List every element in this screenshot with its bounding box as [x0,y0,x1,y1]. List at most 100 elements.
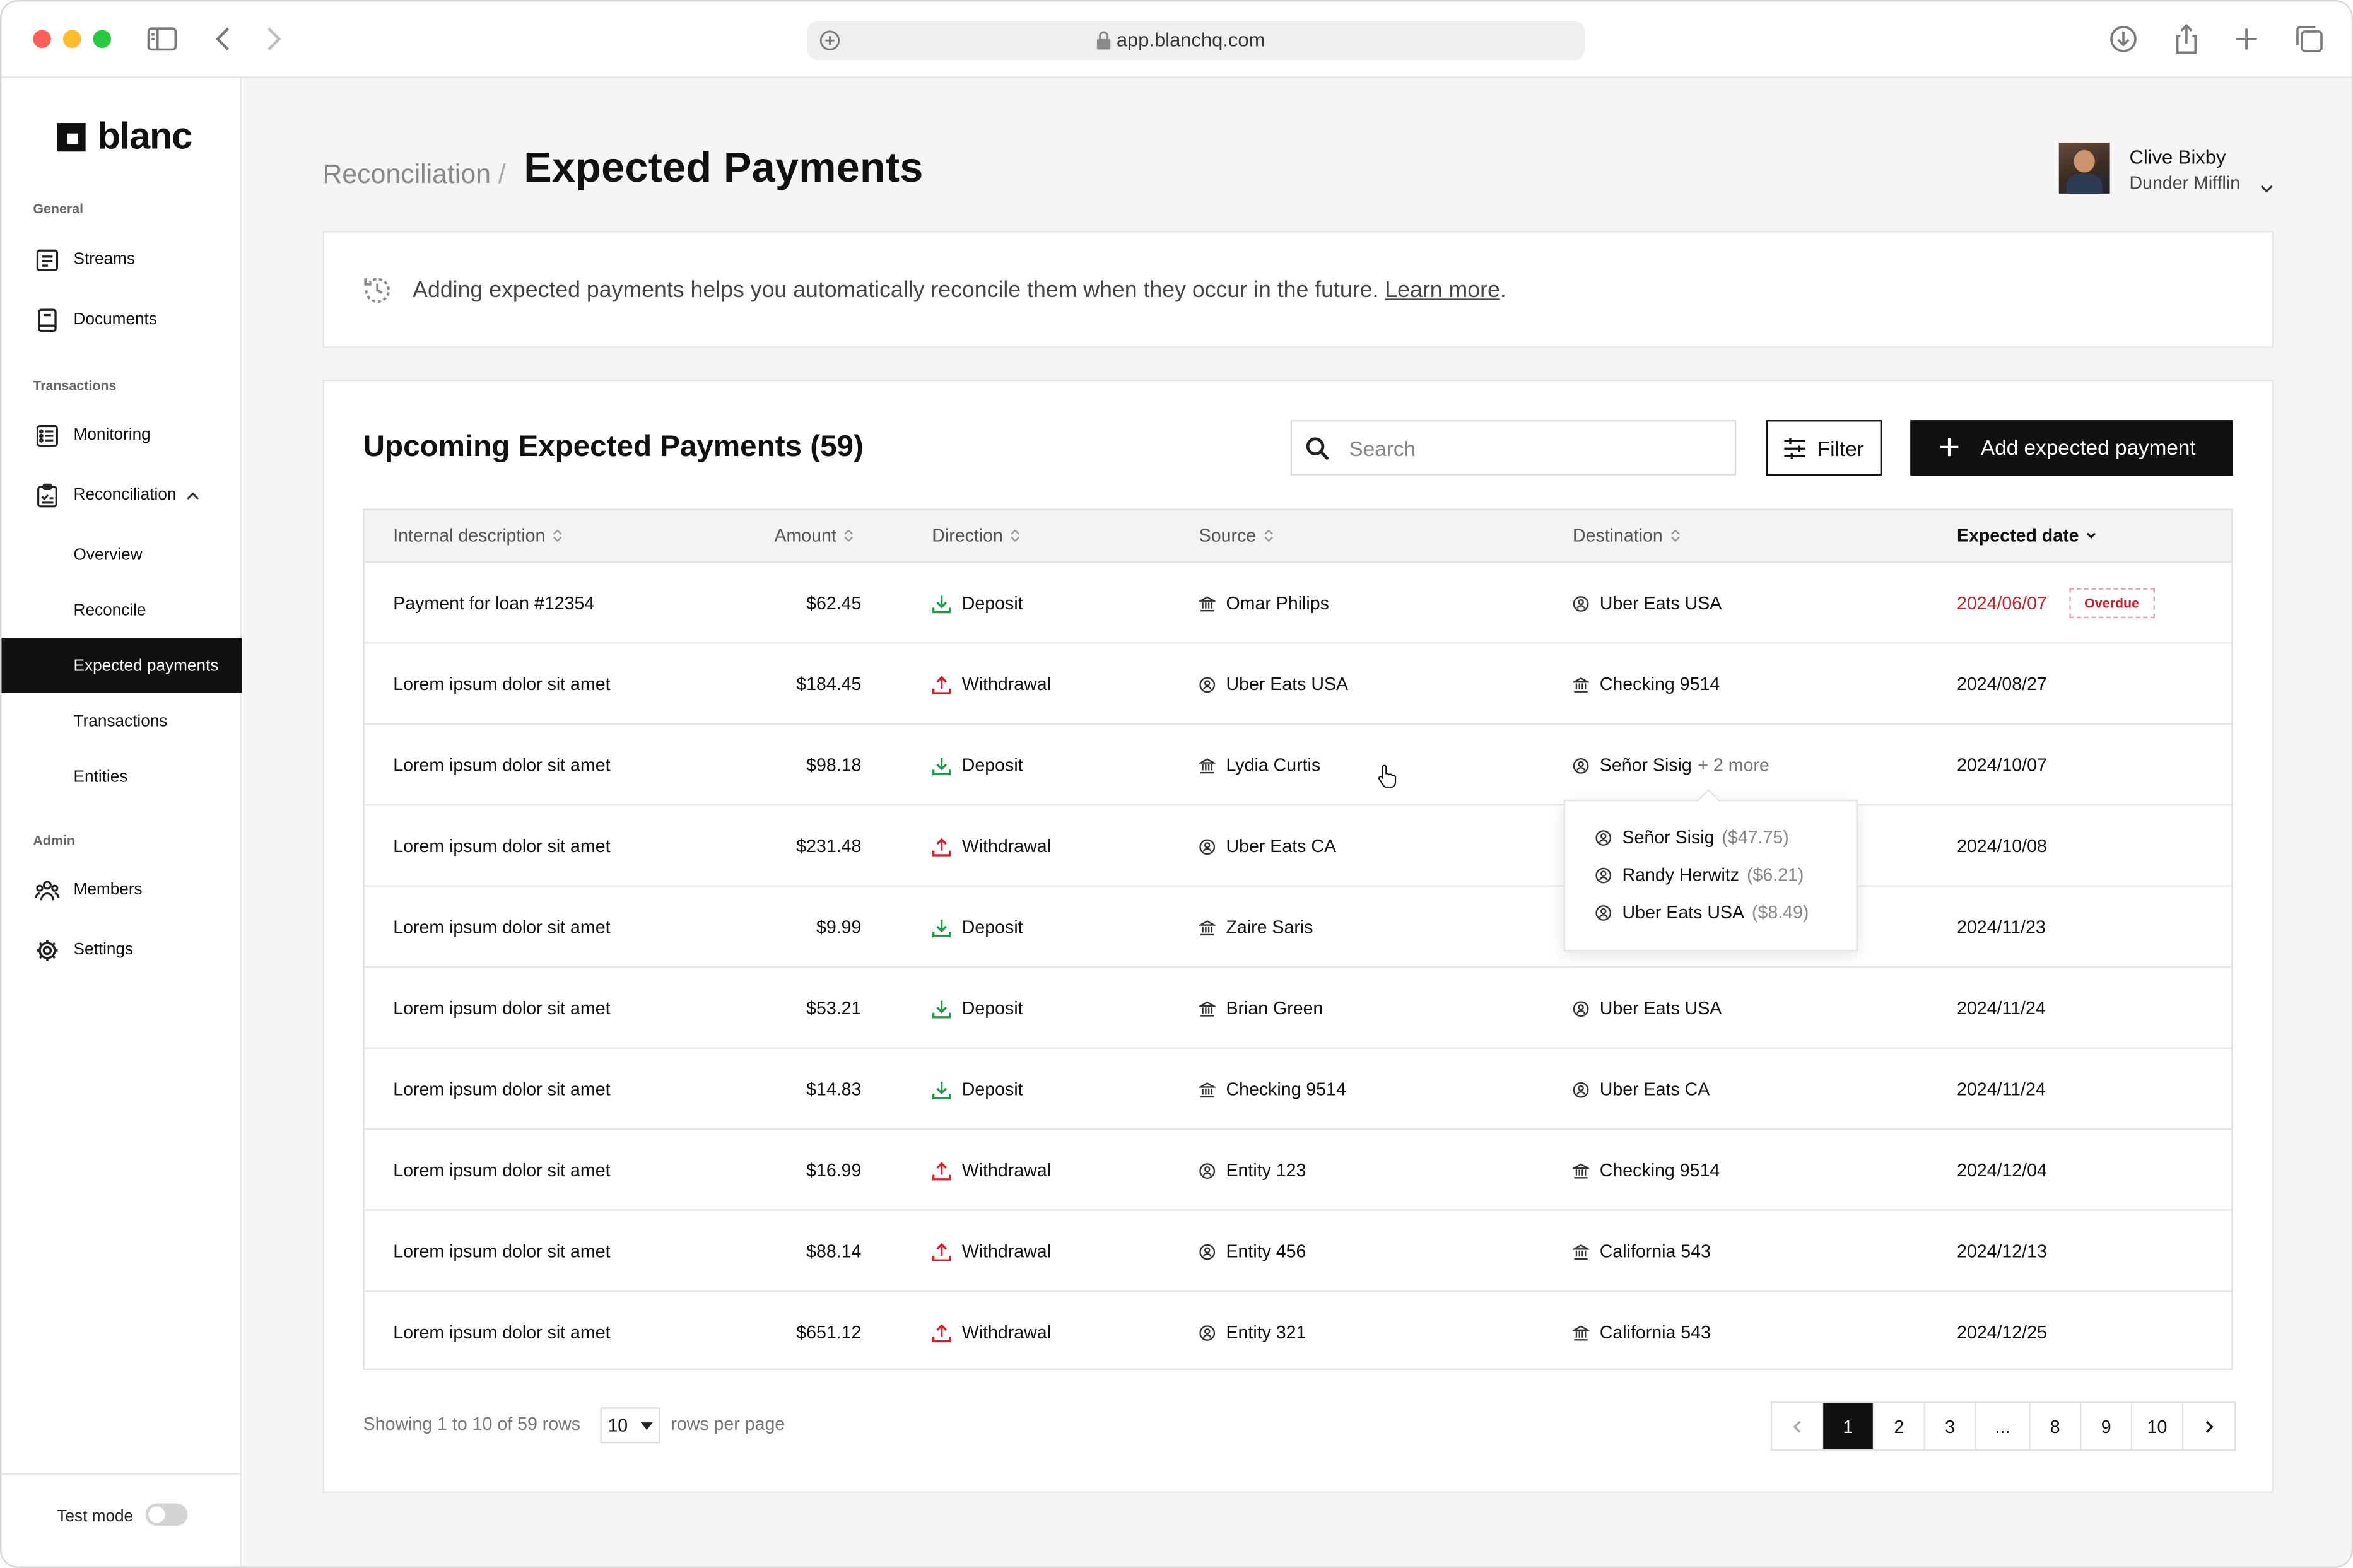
entity-icon [1199,1324,1216,1340]
sidebar-item-members[interactable]: Members [1,866,242,914]
search-box[interactable] [1290,420,1737,476]
cell-source: Omar Philips [1197,593,1329,614]
table-row[interactable]: Payment for loan #12354 $62.45 Deposit Omar… [365,563,2232,644]
sidebar-item-expected-payments[interactable]: Expected payments [1,637,242,694]
cell-amount: $651.12 [796,1321,862,1343]
page-button-10[interactable]: 10 [2132,1403,2184,1449]
back-arrow-icon[interactable] [207,23,240,56]
column-destination[interactable]: Destination [1573,525,1681,546]
sidebar-item-entities[interactable]: Entities [1,749,242,804]
destination-more-link[interactable]: + 2 more [1698,755,1769,776]
sort-icon [1011,529,1020,542]
share-icon[interactable] [2170,23,2203,56]
sidebar-item-settings[interactable]: Settings [1,926,242,974]
new-tab-icon[interactable] [2230,23,2263,56]
learn-more-link[interactable]: Learn more [1385,278,1499,303]
source-label: Uber Eats USA [1226,674,1349,695]
avatar [2058,142,2110,194]
chevron-down-icon[interactable] [2258,177,2275,194]
sidebar-item-label: Members [73,881,143,899]
destination-label: California 543 [1599,1241,1711,1262]
column-label: Expected date [1956,525,2079,546]
search-input[interactable] [1349,433,1710,464]
rows-per-page-value: 10 [607,1415,628,1436]
clock-history-icon [361,274,393,306]
cell-amount: $184.45 [796,674,862,695]
entity-icon [1573,757,1589,773]
cell-source: Checking 9514 [1197,1079,1346,1100]
close-window-button[interactable] [33,30,51,49]
sort-icon [553,529,563,542]
sidebar-toggle-icon[interactable] [146,23,179,56]
breadcrumb-separator: / [498,159,506,189]
sidebar-item-overview[interactable]: Overview [1,527,242,582]
table-row[interactable]: Lorem ipsum dolor sit amet $88.14 Withdraw… [365,1211,2232,1292]
minimize-window-button[interactable] [62,30,81,49]
cell-direction: Deposit [932,593,1023,614]
address-bar[interactable]: app.blanchq.com [807,21,1585,61]
cell-description: Lorem ipsum dolor sit amet [393,754,611,776]
popover-item-amount: ($8.49) [1751,901,1809,923]
download-icon[interactable] [2107,23,2140,56]
cell-expected-date: 2024/12/25 [1956,1321,2047,1343]
cell-destination: California 543 [1571,1322,1711,1343]
entity-icon [1573,1000,1589,1016]
table-row[interactable]: Lorem ipsum dolor sit amet $98.18 Deposit L… [365,725,2232,806]
page-button-9[interactable]: 9 [2081,1403,2133,1449]
sidebar-item-reconcile[interactable]: Reconcile [1,582,242,638]
cell-expected-date: 2024/12/13 [1956,1241,2047,1262]
sidebar-item-label: Settings [73,940,134,959]
table-row[interactable]: Lorem ipsum dolor sit amet $14.83 Deposit C… [365,1049,2232,1130]
table-row[interactable]: Lorem ipsum dolor sit amet $231.48 Withdra… [365,805,2232,887]
page-button-1[interactable]: 1 [1823,1403,1875,1449]
sidebar-item-transactions[interactable]: Transactions [1,693,242,749]
test-mode-toggle[interactable] [145,1503,188,1526]
add-expected-payment-button[interactable]: Add expected payment [1910,420,2233,476]
cell-description: Lorem ipsum dolor sit amet [393,1321,611,1343]
column-expected-date[interactable]: Expected date [1957,525,2097,546]
sidebar-item-monitoring[interactable]: Monitoring [1,411,242,459]
column-direction[interactable]: Direction [932,525,1021,546]
sidebar-item-reconciliation[interactable]: Reconciliation [1,471,242,519]
prev-page-button[interactable] [1772,1403,1824,1449]
sliders-icon [1783,436,1807,460]
rows-per-page-select[interactable]: 10 [600,1407,660,1444]
column-internal-description[interactable]: Internal description [393,525,563,546]
cell-destination: Checking 9514 [1571,1160,1720,1181]
table-row[interactable]: Lorem ipsum dolor sit amet $53.21 Deposit B… [365,968,2232,1049]
cell-expected-date: 2024/11/24 [1956,1079,2046,1100]
cell-direction: Deposit [932,1079,1023,1100]
breadcrumb-reconciliation[interactable]: Reconciliation [322,159,491,190]
column-amount[interactable]: Amount [774,525,854,546]
cell-expected-date: 2024/11/24 [1956,997,2046,1019]
direction-label: Deposit [961,754,1023,776]
table-row[interactable]: Lorem ipsum dolor sit amet $9.99 Deposit Za… [365,887,2232,968]
sidebar-item-streams[interactable]: Streams [1,235,242,283]
page-button-3[interactable]: 3 [1925,1403,1976,1449]
cell-description: Lorem ipsum dolor sit amet [393,1241,611,1262]
withdrawal-icon [932,1241,951,1261]
page-button-8[interactable]: 8 [2030,1403,2082,1449]
add-expected-payment-label: Add expected payment [1981,435,2196,459]
table-row[interactable]: Lorem ipsum dolor sit amet $184.45 Withdra… [365,644,2232,725]
next-page-button[interactable] [2183,1403,2235,1449]
filter-button[interactable]: Filter [1766,420,1882,476]
brand-logo[interactable]: blanc [57,118,192,156]
zoom-window-button[interactable] [93,30,112,49]
lock-icon [1096,30,1112,50]
cell-amount: $14.83 [806,1079,862,1100]
cell-direction: Deposit [932,916,1023,938]
sidebar-item-documents[interactable]: Documents [1,296,242,344]
forward-arrow-icon[interactable] [257,23,290,56]
cell-source: Brian Green [1197,998,1323,1019]
table-row[interactable]: Lorem ipsum dolor sit amet $651.12 Withdra… [365,1292,2231,1372]
tab-overview-icon[interactable] [2293,23,2326,56]
chevron-up-icon[interactable] [185,487,201,503]
page-button-2[interactable]: 2 [1874,1403,1926,1449]
column-source[interactable]: Source [1199,525,1274,546]
pagination: 1 2 3 ... 8 9 10 [1770,1401,2236,1451]
table-row[interactable]: Lorem ipsum dolor sit amet $16.99 Withdraw… [365,1130,2232,1211]
plus-circle-icon[interactable] [818,28,842,52]
destination-popover: Señor Sisig ($47.75) Randy Herwitz ($6.2… [1563,799,1858,952]
cell-source: Zaire Saris [1197,916,1313,938]
